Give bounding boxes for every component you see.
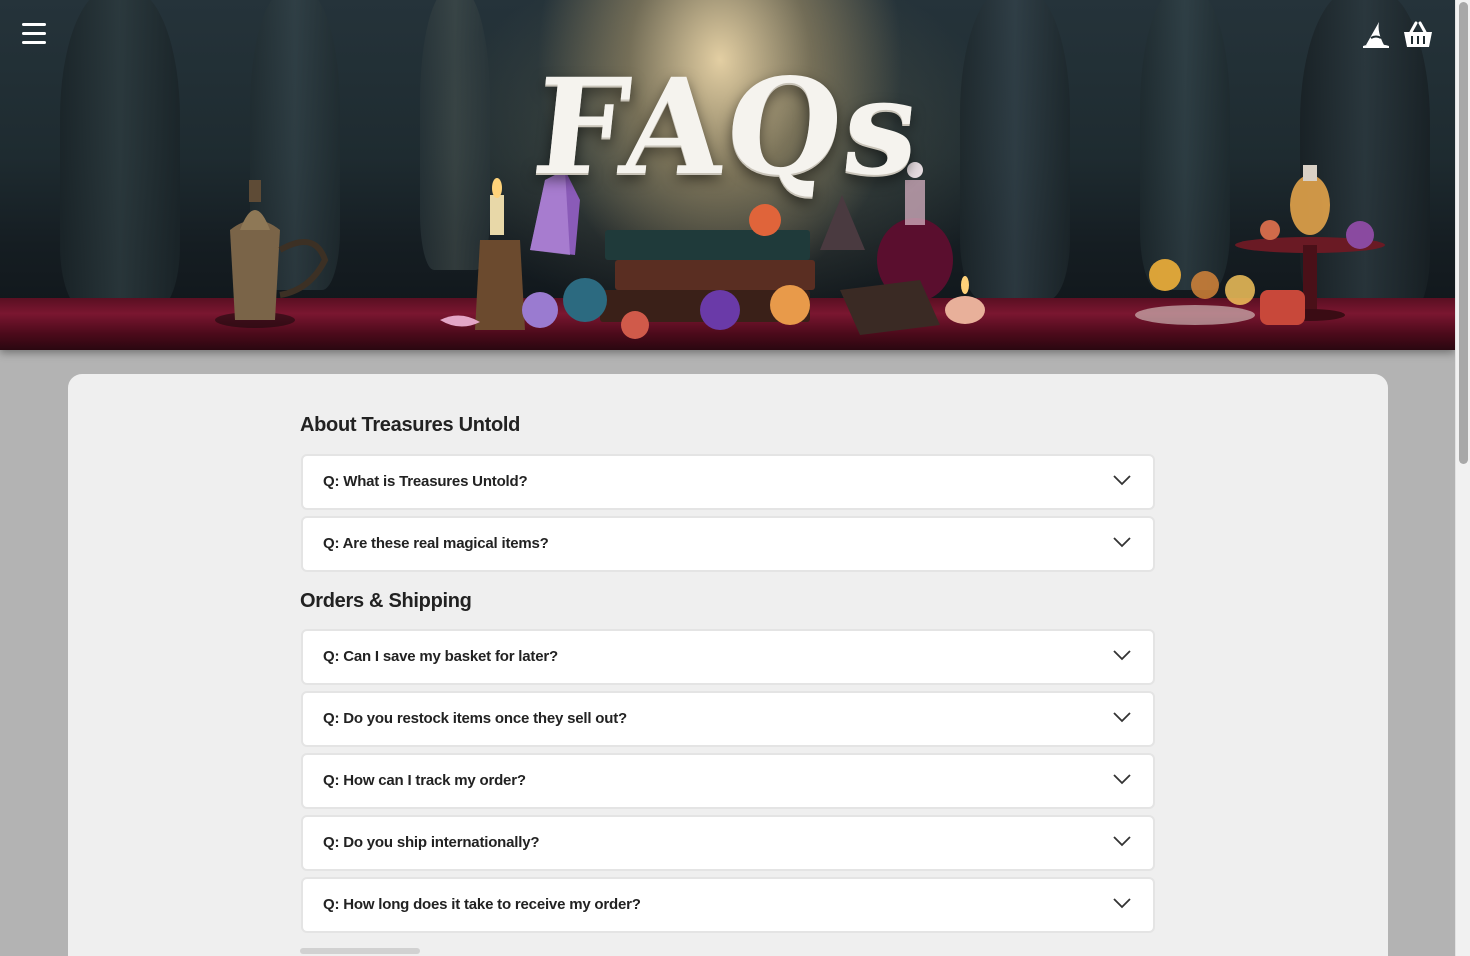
chevron-down-icon [1113, 774, 1131, 785]
scrollbar-thumb[interactable] [1459, 2, 1468, 464]
shopping-basket-button[interactable] [1402, 20, 1434, 50]
faq-question-text: Q: What is Treasures Untold? [323, 473, 528, 490]
chevron-down-icon [1113, 712, 1131, 723]
chevron-down-icon [1113, 836, 1131, 847]
faq-question-text: Q: Can I save my basket for later? [323, 648, 558, 665]
hamburger-menu-button[interactable] [22, 23, 46, 47]
hamburger-menu-icon [22, 32, 46, 35]
chevron-down-icon [1113, 537, 1131, 548]
faq-question-real-magic[interactable]: Q: Are these real magical items? [301, 516, 1155, 572]
faq-card: About Treasures Untold Q: What is Treasu… [68, 374, 1388, 956]
faq-question-what-is[interactable]: Q: What is Treasures Untold? [301, 454, 1155, 510]
faq-question-international[interactable]: Q: Do you ship internationally? [301, 815, 1155, 871]
faq-question-text: Q: How long does it take to receive my o… [323, 896, 641, 913]
faq-question-restock[interactable]: Q: Do you restock items once they sell o… [301, 691, 1155, 747]
faq-question-save-basket[interactable]: Q: Can I save my basket for later? [301, 629, 1155, 685]
faq-question-delivery-time[interactable]: Q: How long does it take to receive my o… [301, 877, 1155, 933]
wizard-hat-icon [1363, 22, 1389, 48]
chevron-down-icon [1113, 898, 1131, 909]
hamburger-menu-icon [22, 41, 46, 44]
section-title-about: About Treasures Untold [300, 414, 521, 436]
section-title-orders: Orders & Shipping [300, 590, 472, 612]
shopping-basket-icon [1404, 21, 1432, 47]
faq-question-track-order[interactable]: Q: How can I track my order? [301, 753, 1155, 809]
chevron-down-icon [1113, 650, 1131, 661]
page-title: FAQs [526, 50, 929, 205]
faq-question-text: Q: Do you restock items once they sell o… [323, 710, 627, 727]
wizard-hat-button[interactable] [1362, 20, 1390, 50]
chevron-down-icon [1113, 475, 1131, 486]
page-scrollbar[interactable] [1455, 0, 1470, 956]
hamburger-menu-icon [22, 23, 46, 26]
next-section-title-cutoff [300, 948, 420, 954]
faq-question-text: Q: How can I track my order? [323, 772, 526, 789]
faq-question-text: Q: Are these real magical items? [323, 535, 549, 552]
hero-banner: FAQs [0, 0, 1455, 350]
faq-question-text: Q: Do you ship internationally? [323, 834, 540, 851]
